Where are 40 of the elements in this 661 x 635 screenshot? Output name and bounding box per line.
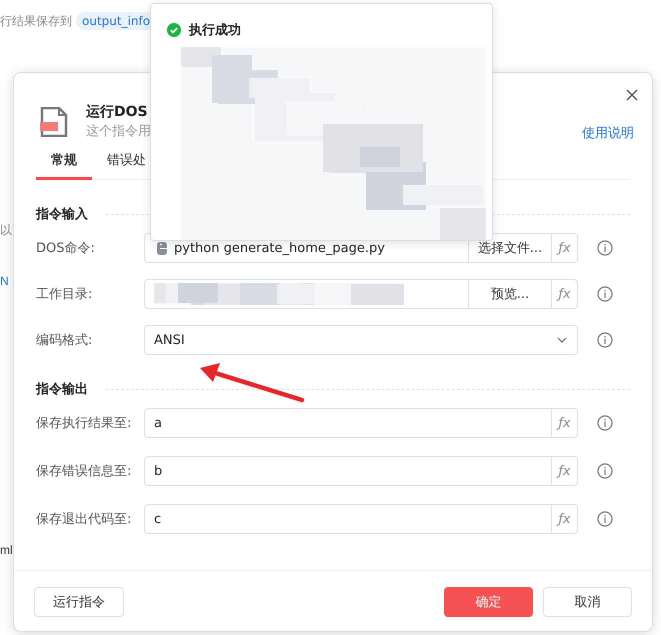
input-field[interactable]: a ƒx xyxy=(144,408,578,438)
tab[interactable]: 常规 xyxy=(36,150,92,180)
button[interactable]: 取消 xyxy=(543,587,632,617)
link-text[interactable]: N xyxy=(0,274,9,288)
field-label: 保存错误信息至: xyxy=(36,463,132,480)
formula-button[interactable]: ƒx xyxy=(551,505,577,533)
text-fragment: 以 xyxy=(0,222,12,239)
formula-button[interactable]: ƒx xyxy=(551,457,577,485)
field-label: 编码格式: xyxy=(36,332,94,349)
help-link[interactable]: 使用说明 xyxy=(582,124,634,142)
info-icon xyxy=(597,511,613,527)
dialog-title: 运行DOS xyxy=(86,103,149,121)
field-label: 保存执行结果至: xyxy=(36,415,132,432)
field-label: 工作目录: xyxy=(36,286,94,303)
select-field[interactable]: ANSI xyxy=(144,325,578,355)
input-field[interactable]: c ƒx xyxy=(144,504,578,534)
label-text: 行结果保存到 xyxy=(0,12,72,30)
button[interactable]: 运行指令 xyxy=(34,587,124,617)
section-title: 指令输出 xyxy=(36,381,88,398)
file-icon xyxy=(40,107,68,137)
dialog-subtitle: 这个指令用 xyxy=(86,123,152,141)
info-icon xyxy=(597,463,613,479)
section-title: 指令输入 xyxy=(36,206,88,223)
info-icon xyxy=(597,240,613,256)
formula-button[interactable]: ƒx xyxy=(551,409,577,437)
check-circle-icon xyxy=(167,23,181,37)
text-fragment: ml xyxy=(0,543,13,557)
field-label: 保存退出代码至: xyxy=(36,511,132,528)
input-field[interactable]: 预览... ƒx xyxy=(144,279,578,309)
info-icon xyxy=(597,332,613,348)
chevron-down-icon xyxy=(557,337,567,343)
input-field[interactable]: b ƒx xyxy=(144,456,578,486)
formula-button[interactable]: ƒx xyxy=(551,280,577,308)
field-label: DOS命令: xyxy=(36,240,96,257)
info-icon xyxy=(597,286,613,302)
close-icon[interactable] xyxy=(626,89,638,101)
info-icon xyxy=(597,415,613,431)
toast-title: 执行成功 xyxy=(189,22,241,39)
browse-button[interactable]: 预览... xyxy=(468,280,551,308)
formula-button[interactable]: ƒx xyxy=(551,234,577,262)
